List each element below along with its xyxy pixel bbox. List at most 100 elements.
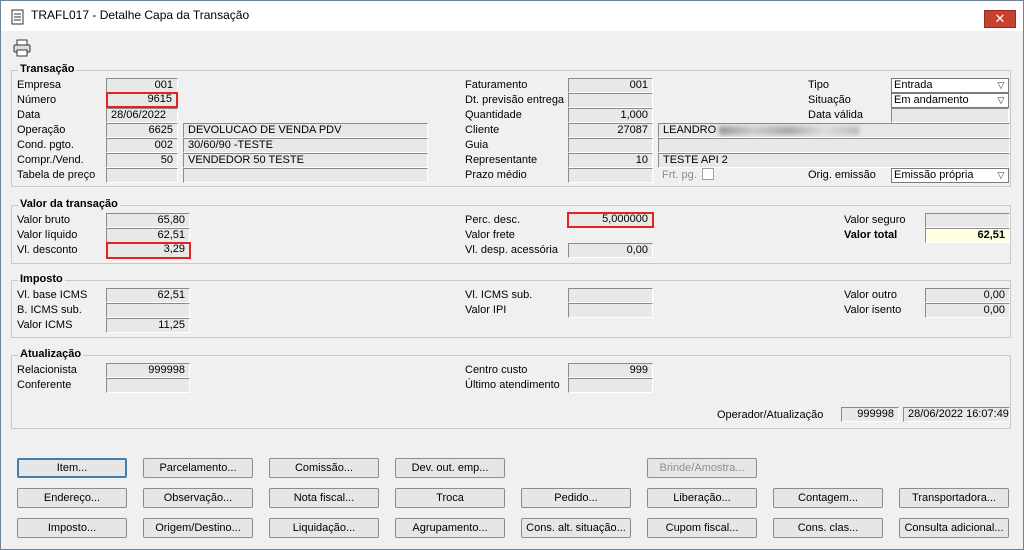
group-title: Transação	[18, 63, 77, 75]
cliente-label: Cliente	[465, 124, 500, 136]
relacionista-label: Relacionista	[17, 364, 77, 376]
contagem-button[interactable]: Contagem...	[773, 488, 883, 508]
cond-pgto-code-field[interactable]: 002	[106, 138, 178, 153]
situacao-value: Em andamento	[894, 94, 969, 106]
observacao-button[interactable]: Observação...	[143, 488, 253, 508]
numero-field[interactable]: 9615	[106, 92, 178, 108]
valor-liquido-label: Valor líquido	[17, 229, 78, 241]
cons-clas-button[interactable]: Cons. clas...	[773, 518, 883, 538]
conferente-field	[106, 378, 190, 393]
cons-alt-situacao-button[interactable]: Cons. alt. situação...	[521, 518, 631, 538]
item-button[interactable]: Item...	[17, 458, 127, 478]
frt-pg-label: Frt. pg.	[662, 169, 697, 181]
cliente-name: LEANDRO	[663, 124, 717, 136]
icms-sub-label: Vl. ICMS sub.	[465, 289, 533, 301]
valor-ipi-field	[568, 303, 653, 318]
orig-emissao-value: Emissão própria	[894, 169, 974, 181]
troca-button[interactable]: Troca	[395, 488, 505, 508]
perc-desc-label: Perc. desc.	[465, 214, 521, 226]
window-title: TRAFL017 - Detalhe Capa da Transação	[31, 8, 250, 22]
group-title: Imposto	[18, 273, 65, 285]
tabela-preco-desc-field	[183, 168, 428, 183]
compr-vend-code-field[interactable]: 50	[106, 153, 178, 168]
frt-pg-checkbox[interactable]	[702, 168, 714, 180]
endereco-button[interactable]: Endereço...	[17, 488, 127, 508]
centro-custo-field: 999	[568, 363, 653, 378]
chevron-down-icon[interactable]: ▽	[994, 169, 1008, 182]
prazo-medio-field	[568, 168, 653, 183]
valor-frete-label: Valor frete	[465, 229, 515, 241]
valor-ipi-label: Valor IPI	[465, 304, 507, 316]
cond-pgto-desc-field: 30/60/90 -TESTE	[183, 138, 428, 153]
valor-total-field: 62,51	[925, 228, 1010, 243]
tipo-select[interactable]: Entrada ▽	[891, 78, 1009, 93]
cliente-desc-field: LEANDRO	[658, 123, 1010, 138]
perc-desc-field: 5,000000	[567, 212, 654, 228]
faturamento-field[interactable]: 001	[568, 78, 653, 93]
operacao-label: Operação	[17, 124, 66, 136]
comissao-button[interactable]: Comissão...	[269, 458, 379, 478]
quantidade-label: Quantidade	[465, 109, 522, 121]
dev-out-emp-button[interactable]: Dev. out. emp...	[395, 458, 505, 478]
empresa-label: Empresa	[17, 79, 62, 91]
b-icms-sub-label: B. ICMS sub.	[17, 304, 82, 316]
empresa-field[interactable]: 001	[106, 78, 178, 93]
situacao-select[interactable]: Em andamento ▽	[891, 93, 1009, 108]
compr-vend-desc-field: VENDEDOR 50 TESTE	[183, 153, 428, 168]
cliente-code-field[interactable]: 27087	[568, 123, 653, 138]
valor-isento-label: Valor isento	[844, 304, 902, 316]
compr-vend-label: Compr./Vend.	[17, 154, 84, 166]
transportadora-button[interactable]: Transportadora...	[899, 488, 1009, 508]
guia-label: Guia	[465, 139, 489, 151]
nota-fiscal-button[interactable]: Nota fiscal...	[269, 488, 379, 508]
valor-icms-label: Valor ICMS	[17, 319, 73, 331]
prazo-medio-label: Prazo médio	[465, 169, 527, 181]
orig-emissao-label: Orig. emissão	[808, 169, 876, 181]
numero-label: Número	[17, 94, 57, 106]
document-icon	[11, 9, 24, 25]
guia-desc-field	[658, 138, 1010, 153]
dt-prev-label: Dt. previsão entrega	[465, 94, 565, 106]
operacao-code-field[interactable]: 6625	[106, 123, 178, 138]
representante-label: Representante	[465, 154, 538, 166]
liberacao-button[interactable]: Liberação...	[647, 488, 757, 508]
relacionista-field: 999998	[106, 363, 190, 378]
tabela-preco-code-field[interactable]	[106, 168, 178, 183]
vl-desconto-label: Vl. desconto	[17, 244, 78, 256]
cupom-fiscal-button[interactable]: Cupom fiscal...	[647, 518, 757, 538]
chevron-down-icon[interactable]: ▽	[994, 79, 1008, 92]
group-title: Atualização	[18, 348, 84, 360]
data-label: Data	[17, 109, 41, 121]
orig-emissao-select[interactable]: Emissão própria ▽	[891, 168, 1009, 183]
centro-custo-label: Centro custo	[465, 364, 528, 376]
close-button[interactable]: ✕	[984, 10, 1016, 28]
chevron-down-icon[interactable]: ▽	[994, 94, 1008, 107]
parcelamento-button[interactable]: Parcelamento...	[143, 458, 253, 478]
ultimo-atend-field	[568, 378, 653, 393]
data-field[interactable]: 28/06/2022	[106, 108, 178, 123]
valor-bruto-label: Valor bruto	[17, 214, 70, 226]
consulta-adicional-button[interactable]: Consulta adicional...	[899, 518, 1009, 538]
valor-outro-field: 0,00	[925, 288, 1010, 303]
origem-destino-button[interactable]: Origem/Destino...	[143, 518, 253, 538]
valor-isento-field: 0,00	[925, 303, 1010, 318]
imposto-button[interactable]: Imposto...	[17, 518, 127, 538]
base-icms-field: 62,51	[106, 288, 190, 303]
guia-code-field[interactable]	[568, 138, 653, 153]
data-valida-field[interactable]	[891, 108, 1009, 123]
dt-prev-field[interactable]	[568, 93, 653, 108]
quantidade-field: 1,000	[568, 108, 653, 123]
representante-code-field[interactable]: 10	[568, 153, 653, 168]
liquidacao-button[interactable]: Liquidação...	[269, 518, 379, 538]
brinde-amostra-button[interactable]: Brinde/Amostra...	[647, 458, 757, 478]
agrupamento-button[interactable]: Agrupamento...	[395, 518, 505, 538]
pedido-button[interactable]: Pedido...	[521, 488, 631, 508]
icms-sub-field	[568, 288, 653, 303]
group-title: Valor da transação	[18, 198, 120, 210]
situacao-label: Situação	[808, 94, 851, 106]
faturamento-label: Faturamento	[465, 79, 528, 91]
printer-icon[interactable]	[13, 39, 31, 57]
redacted-blur	[719, 125, 860, 135]
operacao-desc-field: DEVOLUCAO DE VENDA PDV	[183, 123, 428, 138]
operador-code-field: 999998	[841, 407, 899, 422]
